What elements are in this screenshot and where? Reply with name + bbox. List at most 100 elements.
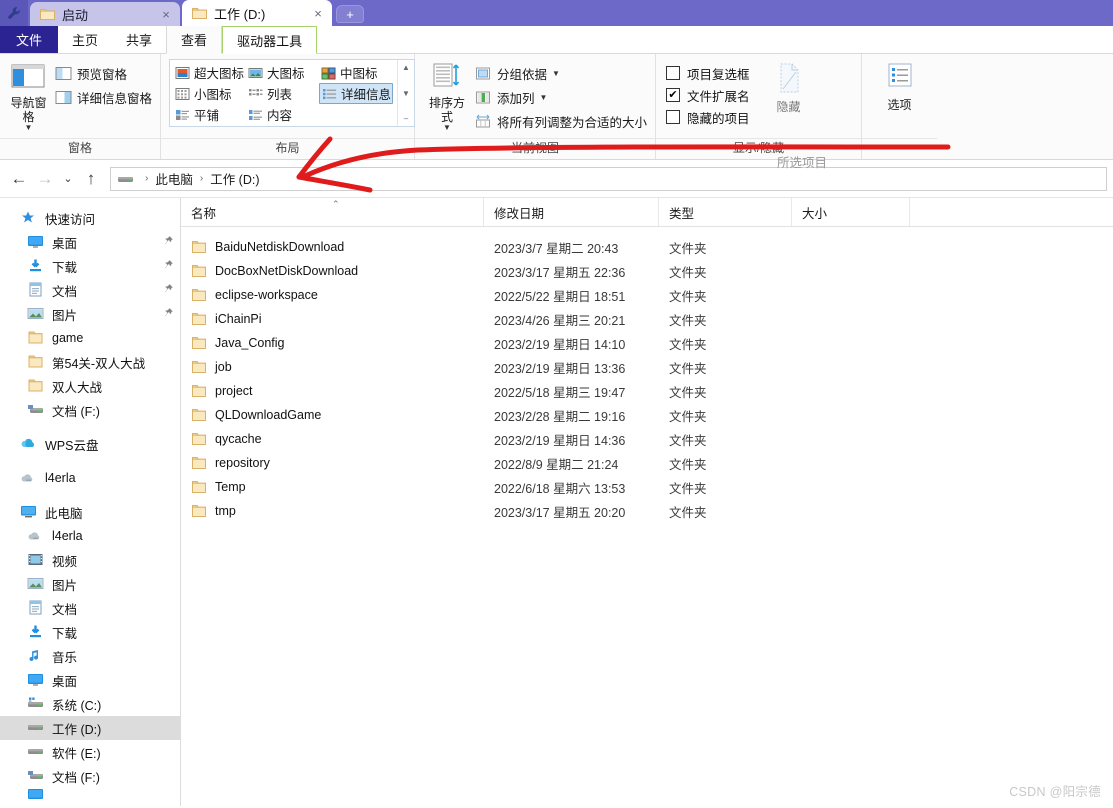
close-icon[interactable]: ×: [310, 7, 326, 20]
view-content[interactable]: 内容: [246, 104, 319, 125]
sidebar-item-documents-f-pc[interactable]: 文档 (F:): [0, 764, 180, 788]
breadcrumb-work-drive[interactable]: 工作 (D:): [210, 169, 259, 188]
hidden-items-option[interactable]: 隐藏的项目: [666, 106, 750, 128]
preview-pane-button[interactable]: 预览窗格: [55, 63, 152, 84]
navigation-pane-button[interactable]: 导航窗格 ▼: [8, 59, 49, 132]
table-row[interactable]: tmp 2023/3/17 星期五 20:20 文件夹: [181, 499, 1113, 523]
sidebar-item-work-d[interactable]: 工作 (D:): [0, 716, 180, 740]
scroll-up-icon[interactable]: ▲: [402, 63, 410, 72]
sidebar-item-videos[interactable]: 视频: [0, 548, 180, 572]
close-icon[interactable]: ×: [158, 8, 174, 21]
table-row[interactable]: iChainPi 2023/4/26 星期三 20:21 文件夹: [181, 307, 1113, 331]
sidebar-item-pictures-pc[interactable]: 图片: [0, 572, 180, 596]
forward-button[interactable]: →: [32, 166, 58, 192]
chevron-down-icon[interactable]: ▼: [552, 69, 560, 78]
new-tab-button[interactable]: +: [336, 5, 364, 23]
view-medium-icons[interactable]: 中图标: [319, 62, 393, 83]
table-row[interactable]: QLDownloadGame 2023/2/28 星期二 19:16 文件夹: [181, 403, 1113, 427]
up-button[interactable]: ↑: [78, 166, 104, 192]
tab-drive-tools[interactable]: 驱动器工具: [222, 26, 318, 54]
sort-by-button[interactable]: 排序方式 ▼: [423, 59, 471, 132]
pin-icon[interactable]: [162, 307, 174, 322]
view-large-icons[interactable]: 大图标: [246, 62, 319, 83]
recent-locations-button[interactable]: ⌄: [58, 166, 78, 192]
sidebar-item-twoplayer[interactable]: 双人大战: [0, 374, 180, 398]
table-row[interactable]: BaiduNetdiskDownload 2023/3/7 星期二 20:43 …: [181, 235, 1113, 259]
sidebar-item-l4erla-pc[interactable]: l4erla: [0, 524, 180, 548]
file-extensions-option[interactable]: 文件扩展名: [666, 84, 750, 106]
table-row[interactable]: Temp 2022/6/18 星期六 13:53 文件夹: [181, 475, 1113, 499]
sidebar-item-wps-cloud[interactable]: WPS云盘: [0, 432, 180, 456]
sidebar-item-level54[interactable]: 第54关-双人大战: [0, 350, 180, 374]
table-row[interactable]: job 2023/2/19 星期日 13:36 文件夹: [181, 355, 1113, 379]
table-row[interactable]: repository 2022/8/9 星期二 21:24 文件夹: [181, 451, 1113, 475]
address-input[interactable]: › 此电脑 › 工作 (D:): [110, 166, 1107, 191]
item-checkboxes-option[interactable]: 项目复选框: [666, 62, 750, 84]
column-header-name[interactable]: 名称 ⌃: [181, 198, 484, 226]
scroll-more-icon[interactable]: ‒: [404, 114, 408, 123]
view-small-icons[interactable]: 小图标: [173, 83, 246, 104]
tab-share[interactable]: 共享: [112, 26, 166, 53]
scroll-down-icon[interactable]: ▼: [402, 89, 410, 98]
sidebar-item-system-c[interactable]: 系统 (C:): [0, 692, 180, 716]
chevron-down-icon[interactable]: ▼: [540, 93, 548, 102]
pin-icon[interactable]: [162, 283, 174, 298]
sidebar-item-game[interactable]: game: [0, 326, 180, 350]
videos-icon: [27, 552, 45, 568]
pin-icon[interactable]: [162, 259, 174, 274]
table-row[interactable]: Java_Config 2023/2/19 星期日 14:10 文件夹: [181, 331, 1113, 355]
column-header-name-label: 名称: [191, 206, 217, 221]
folder-icon: [191, 384, 207, 398]
options-button[interactable]: 选项: [870, 59, 929, 113]
table-row[interactable]: qycache 2023/2/19 星期日 14:36 文件夹: [181, 427, 1113, 451]
view-extra-large-icons[interactable]: 超大图标: [173, 62, 246, 83]
chevron-down-icon[interactable]: ▼: [443, 124, 451, 132]
tab-file[interactable]: 文件: [0, 26, 59, 53]
table-row[interactable]: DocBoxNetDiskDownload 2023/3/17 星期五 22:3…: [181, 259, 1113, 283]
sidebar-item-documents-pc[interactable]: 文档: [0, 596, 180, 620]
size-all-columns-button[interactable]: 将所有列调整为合适的大小: [475, 111, 647, 132]
tab-home[interactable]: 主页: [58, 26, 112, 53]
breadcrumb-this-pc[interactable]: 此电脑: [155, 169, 193, 188]
sidebar-item-software-e[interactable]: 软件 (E:): [0, 740, 180, 764]
quick-access-toolbar[interactable]: [0, 0, 28, 26]
sidebar-item-documents[interactable]: 文档: [0, 278, 180, 302]
sidebar-item-quick-access[interactable]: 快速访问: [0, 206, 180, 230]
view-gallery[interactable]: 超大图标 大图标 中图标 小图标 列表 详细信息 平铺 内容 ▲ ▼ ‒: [169, 59, 415, 127]
checkbox-hidden-items[interactable]: [666, 110, 680, 124]
view-tiles[interactable]: 平铺: [173, 104, 246, 125]
details-pane-button[interactable]: 详细信息窗格: [55, 87, 152, 108]
column-header-date[interactable]: 修改日期: [484, 198, 659, 226]
sidebar-item-desktop[interactable]: 桌面: [0, 230, 180, 254]
add-columns-button[interactable]: 添加列 ▼: [475, 87, 647, 108]
sidebar-item-pictures[interactable]: 图片: [0, 302, 180, 326]
pin-icon[interactable]: [162, 235, 174, 250]
table-row[interactable]: project 2022/5/18 星期三 19:47 文件夹: [181, 379, 1113, 403]
tab-view[interactable]: 查看: [166, 26, 223, 54]
sidebar-item-downloads-pc[interactable]: 下载: [0, 620, 180, 644]
sidebar-item-partial[interactable]: [0, 788, 180, 802]
group-by-button[interactable]: 分组依据 ▼: [475, 63, 647, 84]
chevron-down-icon[interactable]: ▼: [25, 124, 33, 132]
view-list[interactable]: 列表: [246, 83, 319, 104]
options-icon: [884, 62, 916, 96]
browser-tab-0[interactable]: 启动 ×: [30, 2, 180, 26]
sidebar-item-this-pc[interactable]: 此电脑: [0, 500, 180, 524]
sidebar-item-desktop-pc[interactable]: 桌面: [0, 668, 180, 692]
add-columns-label: 添加列: [496, 92, 535, 106]
sidebar-item-documents-f[interactable]: 文档 (F:): [0, 398, 180, 422]
back-button[interactable]: ←: [6, 166, 32, 192]
view-gallery-scrollbar[interactable]: ▲ ▼ ‒: [397, 60, 414, 126]
extra-large-icons-icon: [175, 66, 190, 80]
hide-selected-items-button[interactable]: 隐藏: [756, 59, 822, 115]
sidebar-item-l4erla-network[interactable]: l4erla: [0, 466, 180, 490]
sidebar-item-music[interactable]: 音乐: [0, 644, 180, 668]
checkbox-item-checkboxes[interactable]: [666, 66, 680, 80]
view-details[interactable]: 详细信息: [319, 83, 393, 104]
checkbox-file-extensions[interactable]: [666, 88, 680, 102]
column-header-type[interactable]: 类型: [659, 198, 792, 226]
column-header-size[interactable]: 大小: [792, 198, 910, 226]
browser-tab-1[interactable]: 工作 (D:) ×: [182, 0, 332, 26]
table-row[interactable]: eclipse-workspace 2022/5/22 星期日 18:51 文件…: [181, 283, 1113, 307]
sidebar-item-downloads[interactable]: 下载: [0, 254, 180, 278]
